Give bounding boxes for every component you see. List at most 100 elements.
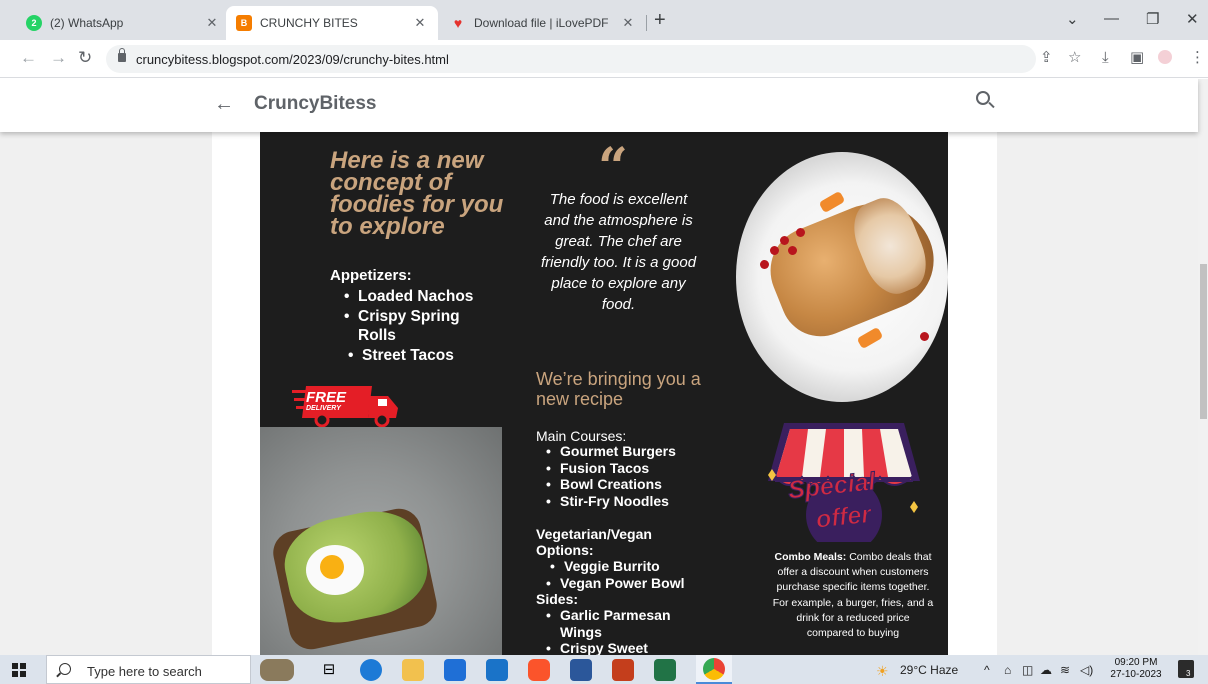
free-label: FREE xyxy=(306,389,347,406)
tab-title: (2) WhatsApp xyxy=(50,16,124,30)
special-offer-text: offer xyxy=(814,500,873,535)
appetizers-heading: Appetizers: xyxy=(330,267,412,284)
list-item: Gourmet Burgers xyxy=(546,443,720,460)
download-icon[interactable]: ⤓ xyxy=(1102,50,1109,66)
list-item: Vegan Power Bowl xyxy=(546,575,740,592)
address-toolbar: ← → ↻ cruncybitess.blogspot.com/2023/09/… xyxy=(0,40,1208,78)
sides-list: Garlic Parmesan Wings Crispy Sweet xyxy=(546,607,710,655)
windows-start-button[interactable] xyxy=(12,663,26,677)
flyer-headline: Here is a new concept of foodies for you… xyxy=(330,147,504,240)
cranberry xyxy=(796,228,805,237)
list-item: Veggie Burrito xyxy=(550,558,740,575)
close-tab-icon[interactable]: ✕ xyxy=(620,15,636,31)
veg-options-list: Veggie Burrito Vegan Power Bowl xyxy=(546,558,740,592)
task-view-icon[interactable]: ⊟ xyxy=(318,659,340,681)
network-icon[interactable]: ⌂ xyxy=(1004,663,1011,677)
tab-separator xyxy=(646,15,647,31)
chrome-icon xyxy=(703,658,725,680)
list-item: Stir-Fry Noodles xyxy=(546,493,720,510)
system-clock[interactable]: 09:20 PM 27-10-2023 xyxy=(1110,657,1162,681)
file-explorer-icon[interactable] xyxy=(402,659,424,681)
forward-button[interactable]: → xyxy=(50,49,67,67)
restore-button[interactable]: ❐ xyxy=(1146,10,1159,28)
menu-kebab-icon[interactable]: ⋮ xyxy=(1190,50,1205,66)
main-courses-list: Gourmet Burgers Fusion Tacos Bowl Creati… xyxy=(546,443,720,510)
combo-meals-text: Combo Meals: Combo deals that offer a di… xyxy=(772,550,934,641)
tab-title: Download file | iLovePDF xyxy=(474,16,609,30)
quote-icon: “ xyxy=(598,137,628,198)
close-tab-icon[interactable]: ✕ xyxy=(412,15,428,31)
list-item: Street Tacos xyxy=(348,346,498,366)
cranberry xyxy=(760,260,769,269)
edge-icon[interactable] xyxy=(360,659,382,681)
blog-header: ← CruncyBitess xyxy=(0,79,1198,132)
bookmark-star-icon[interactable]: ☆ xyxy=(1068,50,1081,66)
windows-taskbar: Type here to search ⊟ ☀ 29°C Haze ^ ⌂ ◫ … xyxy=(0,655,1208,684)
brave-icon[interactable] xyxy=(528,659,550,681)
combo-label: Combo Meals: xyxy=(774,551,847,563)
ilovepdf-heart-icon: ♥ xyxy=(453,15,463,31)
weather-icon[interactable]: ☀ xyxy=(876,663,889,680)
meet-now-icon[interactable]: ◫ xyxy=(1022,663,1033,677)
list-item: Crispy Sweet xyxy=(546,640,710,655)
cranberry xyxy=(780,236,789,245)
back-arrow-icon[interactable]: ← xyxy=(214,93,234,116)
side-panel-icon[interactable]: ▣ xyxy=(1130,50,1144,66)
taskbar-search-box[interactable]: Type here to search xyxy=(46,655,251,684)
whatsapp-icon: 2 xyxy=(26,15,42,31)
browser-tab-strip: 2 (2) WhatsApp ✕ B CRUNCHY BITES ✕ ♥ Dow… xyxy=(0,0,1208,40)
tab-crunchy-bites[interactable]: B CRUNCHY BITES ✕ xyxy=(226,6,438,40)
weather-text[interactable]: 29°C Haze xyxy=(900,663,958,677)
word-icon[interactable] xyxy=(570,659,592,681)
omnibox[interactable]: cruncybitess.blogspot.com/2023/09/crunch… xyxy=(106,45,1036,73)
list-item: Bowl Creations xyxy=(546,476,720,493)
mail-icon[interactable] xyxy=(486,659,508,681)
sides-heading: Sides: xyxy=(536,591,579,607)
avocado-toast-photo xyxy=(260,427,502,655)
notification-count: 3 xyxy=(1186,669,1191,678)
tab-title: CRUNCHY BITES xyxy=(260,16,358,30)
appetizers-list: Loaded Nachos Crispy Spring Rolls Street… xyxy=(344,287,498,366)
delivery-label: DELIVERY xyxy=(306,405,341,412)
wifi-icon[interactable]: ≋ xyxy=(1060,663,1070,677)
new-tab-button[interactable]: + xyxy=(654,10,666,30)
taskbar-search-placeholder[interactable]: Type here to search xyxy=(87,664,202,679)
list-item: Loaded Nachos xyxy=(344,287,498,307)
tab-search-icon[interactable]: ⌄ xyxy=(1066,10,1079,28)
tab-ilovepdf[interactable]: ♥ Download file | iLovePDF ✕ xyxy=(440,6,646,40)
list-item: Garlic Parmesan Wings xyxy=(546,607,710,640)
close-tab-icon[interactable]: ✕ xyxy=(204,15,220,31)
scrollbar-thumb[interactable] xyxy=(1200,264,1207,419)
blog-title[interactable]: CruncyBitess xyxy=(254,93,377,115)
notification-center-icon[interactable]: 3 xyxy=(1178,660,1194,678)
onedrive-icon[interactable]: ☁ xyxy=(1040,663,1052,677)
close-window-button[interactable]: ✕ xyxy=(1186,10,1199,28)
main-courses-heading: Main Courses: xyxy=(536,428,627,444)
cortana-mascot-icon[interactable] xyxy=(260,659,294,681)
chrome-taskbar-button[interactable] xyxy=(696,655,732,684)
clock-date: 27-10-2023 xyxy=(1110,669,1162,680)
share-icon[interactable]: ⇪ xyxy=(1040,50,1053,66)
menu-flyer-image: Here is a new concept of foodies for you… xyxy=(260,132,948,655)
show-hidden-icons-icon[interactable]: ^ xyxy=(984,663,990,677)
lock-icon xyxy=(118,48,126,62)
search-icon xyxy=(59,663,71,675)
list-item: Crispy Spring Rolls xyxy=(344,307,498,346)
clock-time: 09:20 PM xyxy=(1114,657,1158,668)
tab-whatsapp[interactable]: 2 (2) WhatsApp ✕ xyxy=(16,6,230,40)
combo-description: Combo deals that offer a discount when c… xyxy=(772,551,934,640)
powerpoint-icon[interactable] xyxy=(612,659,634,681)
back-button[interactable]: ← xyxy=(20,49,37,67)
reload-button[interactable]: ↻ xyxy=(78,49,92,67)
profile-avatar[interactable] xyxy=(1158,50,1172,64)
url-text[interactable]: cruncybitess.blogspot.com/2023/09/crunch… xyxy=(136,52,449,67)
veg-options-heading: Vegetarian/Vegan Options: xyxy=(536,526,652,558)
cranberry xyxy=(920,332,929,341)
minimize-button[interactable]: — xyxy=(1104,10,1119,27)
excel-icon[interactable] xyxy=(654,659,676,681)
store-icon[interactable] xyxy=(444,659,466,681)
list-item: Fusion Tacos xyxy=(546,460,720,477)
volume-icon[interactable]: ◁) xyxy=(1080,663,1093,677)
search-icon[interactable] xyxy=(976,91,990,105)
testimonial-quote: The food is excellent and the atmosphere… xyxy=(540,191,697,313)
